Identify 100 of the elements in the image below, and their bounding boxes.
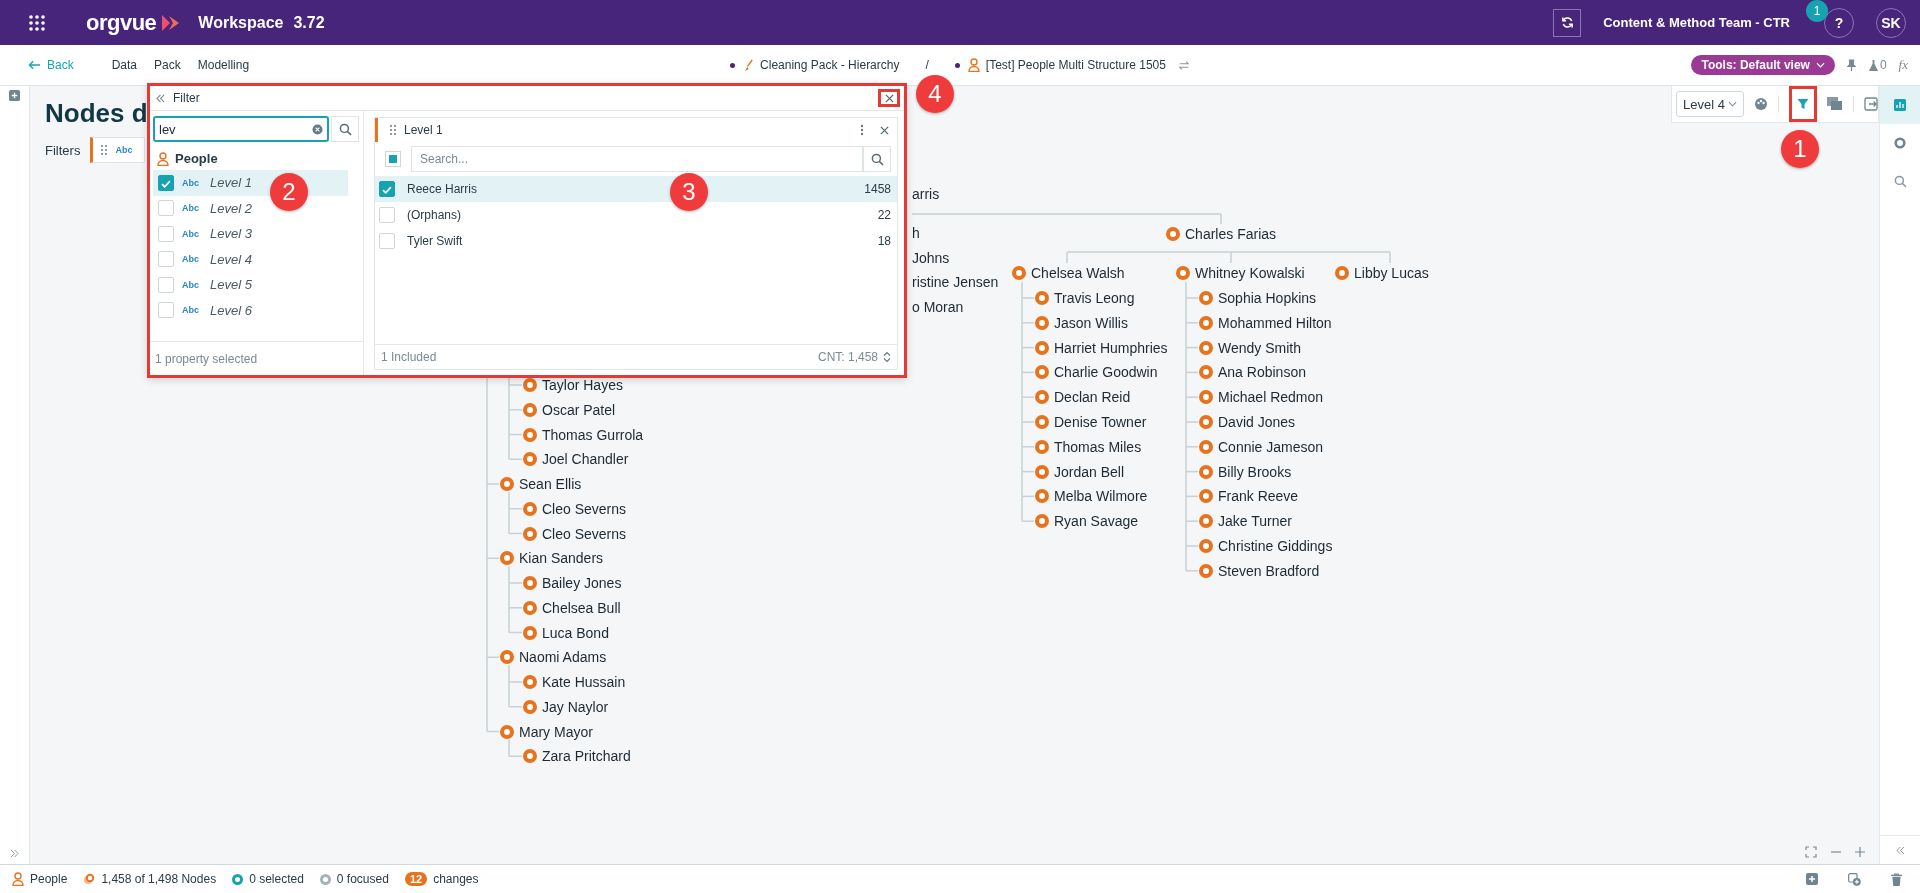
zoom-in-icon[interactable] [1855, 847, 1865, 857]
node-label[interactable]: Ryan Savage [1054, 513, 1139, 530]
node-label[interactable]: Steven Bradford [1218, 562, 1320, 579]
checkbox[interactable] [158, 251, 174, 268]
node-label[interactable]: Wendy Smith [1218, 339, 1301, 356]
collapse-icon[interactable] [1895, 845, 1905, 855]
node-marker-icon[interactable] [1199, 464, 1213, 479]
node-label[interactable]: Declan Reid [1054, 389, 1131, 406]
checkbox[interactable] [158, 200, 174, 217]
node-label[interactable]: Jay Naylor [542, 698, 609, 715]
node-marker-icon[interactable] [1199, 365, 1213, 380]
node-marker-icon[interactable] [500, 650, 514, 665]
node-marker-icon[interactable] [1176, 266, 1190, 280]
node-label[interactable]: Charlie Goodwin [1054, 364, 1158, 381]
node-label[interactable]: Ana Robinson [1218, 364, 1306, 381]
close-button[interactable] [878, 89, 900, 107]
node-label[interactable]: Mary Mayor [519, 723, 593, 740]
node-marker-icon[interactable] [500, 724, 514, 739]
export-icon[interactable] [1864, 97, 1878, 111]
collapse-icon[interactable] [156, 93, 165, 103]
node-label[interactable]: Michael Redmon [1218, 389, 1324, 406]
value-item[interactable]: Tyler Swift 18 [375, 228, 897, 254]
breadcrumb[interactable]: Cleaning Pack - Hierarchy [760, 58, 900, 72]
node-label[interactable]: Travis Leong [1054, 290, 1135, 306]
node-label[interactable]: Kian Sanders [519, 550, 604, 567]
property-item[interactable]: Abc Level 3 [153, 221, 348, 247]
node-label[interactable]: David Jones [1218, 414, 1296, 430]
add-icon[interactable] [9, 90, 20, 101]
add-icon[interactable] [1806, 873, 1818, 885]
tools-dropdown[interactable]: Tools: Default view [1691, 55, 1835, 75]
node-marker-icon[interactable] [1035, 514, 1049, 529]
cards-icon[interactable] [1827, 97, 1843, 111]
flask-icon[interactable] [1867, 58, 1879, 72]
menu-item[interactable]: Data [111, 58, 138, 72]
node-label[interactable]: Connie Jameson [1218, 438, 1324, 455]
formula-button[interactable]: fx [1898, 57, 1908, 73]
node-marker-icon[interactable] [1035, 415, 1049, 429]
node-marker-icon[interactable] [1035, 365, 1049, 380]
search-field[interactable]: Search... [411, 146, 863, 172]
node-marker-icon[interactable] [1199, 415, 1213, 429]
node-marker-icon[interactable] [1035, 439, 1049, 454]
node-marker-icon[interactable] [523, 427, 537, 442]
node-marker-icon[interactable] [500, 477, 514, 491]
node-label[interactable]: Mohammed Hilton [1218, 314, 1332, 331]
node-label[interactable]: Zara Pritchard [542, 748, 631, 765]
node-marker-icon[interactable] [523, 452, 537, 467]
node-marker-icon[interactable] [523, 526, 537, 541]
node-label[interactable]: arris [912, 186, 940, 202]
node-marker-icon[interactable] [1199, 340, 1213, 355]
search-button[interactable] [863, 146, 891, 172]
node-label[interactable]: Bailey Jones [542, 575, 622, 591]
filter-chip[interactable]: Abc [90, 137, 146, 163]
refresh-button[interactable] [1553, 8, 1582, 37]
clear-icon[interactable] [312, 123, 323, 135]
node-marker-icon[interactable] [523, 501, 537, 516]
node-marker-icon[interactable] [1035, 291, 1049, 305]
node-marker-icon[interactable] [523, 402, 537, 417]
palette-icon[interactable] [1754, 97, 1768, 111]
search-button[interactable] [331, 116, 359, 142]
checkbox[interactable] [379, 181, 395, 197]
node-label[interactable]: Whitney Kowalski [1195, 265, 1305, 281]
team-name[interactable]: Content & Method Team - CTR [1603, 15, 1790, 30]
node-label[interactable]: Chelsea Bull [542, 599, 621, 616]
node-label[interactable]: Thomas Miles [1054, 438, 1142, 455]
node-marker-icon[interactable] [1199, 514, 1213, 529]
expand-icon[interactable] [10, 849, 19, 858]
node-marker-icon[interactable] [1199, 489, 1213, 504]
property-item[interactable]: Abc Level 6 [153, 297, 348, 323]
node-label[interactable]: Sophia Hopkins [1218, 290, 1317, 306]
checkbox[interactable] [158, 302, 174, 319]
node-label[interactable]: Billy Brooks [1218, 463, 1292, 480]
menu-item[interactable]: Modelling [197, 58, 250, 72]
node-marker-icon[interactable] [1035, 464, 1049, 479]
node-label[interactable]: Oscar Patel [542, 401, 616, 418]
node-marker-icon[interactable] [1199, 439, 1213, 454]
ring-icon[interactable] [1894, 137, 1906, 149]
property-item[interactable]: Abc Level 4 [153, 246, 348, 272]
node-marker-icon[interactable] [1035, 315, 1049, 330]
node-label[interactable]: Libby Lucas [1354, 265, 1429, 281]
node-label[interactable]: Cleo Severns [542, 500, 627, 517]
property-item[interactable]: Abc Level 5 [153, 272, 348, 298]
node-marker-icon[interactable] [1335, 266, 1349, 280]
chart-tab[interactable] [1880, 86, 1920, 124]
node-marker-icon[interactable] [1199, 315, 1213, 330]
breadcrumb[interactable]: [Test] People Multi Structure 1505 [985, 58, 1166, 72]
trash-icon[interactable] [1891, 872, 1902, 886]
node-marker-icon[interactable] [523, 675, 537, 689]
node-label[interactable]: Kate Hussain [542, 674, 626, 690]
node-label[interactable]: h [912, 225, 920, 241]
close-icon[interactable] [880, 125, 889, 135]
node-marker-icon[interactable] [1035, 489, 1049, 504]
app-grid-icon[interactable] [28, 13, 46, 32]
node-marker-icon[interactable] [523, 600, 537, 615]
duplicate-icon[interactable] [1848, 872, 1861, 886]
node-marker-icon[interactable] [1035, 390, 1049, 405]
node-label[interactable]: Sean Ellis [519, 476, 582, 492]
node-label[interactable]: ristine Jensen [912, 274, 999, 290]
node-label[interactable]: Christine Giddings [1218, 538, 1333, 554]
node-label[interactable]: Melba Wilmore [1054, 488, 1148, 505]
node-marker-icon[interactable] [1199, 390, 1213, 405]
